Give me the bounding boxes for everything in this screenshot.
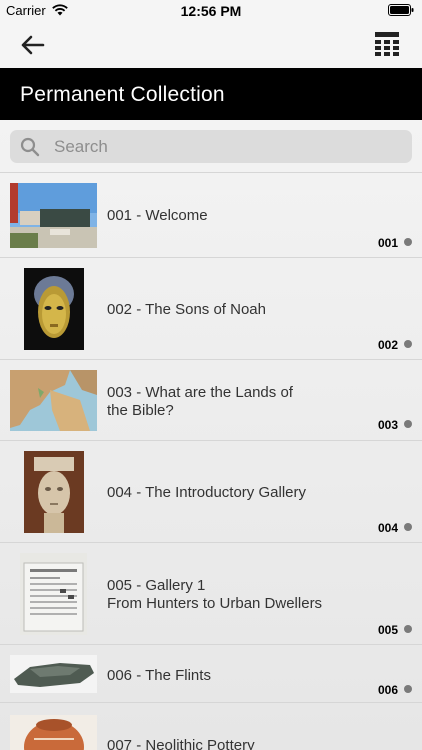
back-button[interactable] bbox=[18, 30, 48, 60]
item-code: 003 bbox=[377, 418, 398, 432]
item-thumbnail bbox=[10, 655, 97, 693]
status-dot-icon bbox=[404, 685, 412, 693]
back-arrow-icon bbox=[18, 35, 48, 64]
item-thumbnail bbox=[10, 183, 97, 248]
item-title: 005 - Gallery 1 From Hunters to Urban Dw… bbox=[107, 577, 323, 612]
list-item[interactable]: 004 - The Introductory Gallery 004 bbox=[0, 440, 422, 543]
keypad-button[interactable] bbox=[374, 30, 402, 60]
list-item[interactable]: 005 - Gallery 1 From Hunters to Urban Dw… bbox=[0, 542, 422, 645]
status-dot-icon bbox=[404, 420, 412, 428]
title-banner: Permanent Collection bbox=[0, 68, 422, 120]
item-code: 001 bbox=[377, 236, 398, 250]
item-thumbnail bbox=[24, 451, 84, 533]
item-thumbnail bbox=[20, 553, 87, 635]
item-title: 006 - The Flints bbox=[107, 667, 211, 684]
page-title: Permanent Collection bbox=[20, 83, 225, 106]
item-title: 001 - Welcome bbox=[107, 207, 208, 224]
search-icon bbox=[20, 137, 40, 162]
item-code: 004 bbox=[377, 521, 398, 535]
battery-icon bbox=[388, 4, 414, 19]
status-dot-icon bbox=[404, 625, 412, 633]
item-code: 006 bbox=[377, 683, 398, 697]
item-thumbnail bbox=[24, 268, 84, 350]
item-title: 004 - The Introductory Gallery bbox=[107, 484, 306, 501]
list-item[interactable]: 003 - What are the Lands of the Bible? 0… bbox=[0, 359, 422, 441]
list-item[interactable]: 006 - The Flints 006 bbox=[0, 644, 422, 703]
item-code: 002 bbox=[377, 338, 398, 352]
nav-bar bbox=[0, 22, 422, 68]
status-bar: Carrier 12:56 PM bbox=[0, 0, 422, 22]
item-title: 007 - Neolithic Pottery bbox=[107, 737, 255, 750]
item-thumbnail bbox=[10, 370, 97, 431]
status-dot-icon bbox=[404, 238, 412, 246]
search-input[interactable] bbox=[52, 134, 406, 160]
item-code: 005 bbox=[377, 623, 398, 637]
status-time: 12:56 PM bbox=[180, 3, 242, 19]
search-bar[interactable] bbox=[10, 130, 412, 163]
status-dot-icon bbox=[404, 340, 412, 348]
list-item[interactable]: 007 - Neolithic Pottery bbox=[0, 702, 422, 750]
item-thumbnail bbox=[10, 715, 97, 750]
keypad-icon bbox=[374, 32, 400, 62]
list-item[interactable]: 001 - Welcome 001 bbox=[0, 172, 422, 258]
item-title: 002 - The Sons of Noah bbox=[107, 301, 266, 318]
status-dot-icon bbox=[404, 523, 412, 531]
item-title: 003 - What are the Lands of the Bible? bbox=[107, 384, 293, 419]
collection-list-view[interactable]: 001 - Welcome 001 002 - The Sons of Noah… bbox=[0, 120, 422, 750]
list-item[interactable]: 002 - The Sons of Noah 002 bbox=[0, 257, 422, 360]
